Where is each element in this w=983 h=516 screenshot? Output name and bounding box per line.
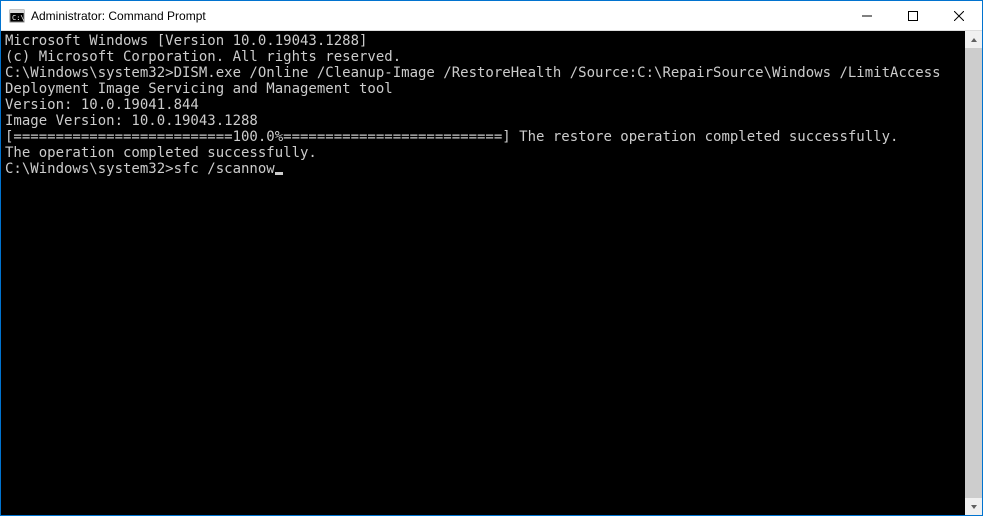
- window-controls: [844, 1, 982, 30]
- cursor: [275, 172, 283, 175]
- terminal-output[interactable]: Microsoft Windows [Version 10.0.19043.12…: [1, 31, 965, 515]
- terminal-line: [==========================100.0%=======…: [5, 129, 961, 145]
- terminal-area: Microsoft Windows [Version 10.0.19043.12…: [1, 31, 982, 515]
- scroll-up-button[interactable]: [965, 31, 982, 48]
- scroll-track[interactable]: [965, 48, 982, 498]
- window-title: Administrator: Command Prompt: [31, 9, 206, 23]
- vertical-scrollbar[interactable]: [965, 31, 982, 515]
- maximize-button[interactable]: [890, 1, 936, 30]
- terminal-line: (c) Microsoft Corporation. All rights re…: [5, 49, 961, 65]
- scroll-thumb[interactable]: [965, 48, 982, 498]
- terminal-line: Image Version: 10.0.19043.1288: [5, 113, 961, 129]
- close-button[interactable]: [936, 1, 982, 30]
- terminal-line: Deployment Image Servicing and Managemen…: [5, 81, 961, 97]
- terminal-line: Microsoft Windows [Version 10.0.19043.12…: [5, 33, 961, 49]
- terminal-line: Version: 10.0.19041.844: [5, 97, 961, 113]
- cmd-icon: C:\: [9, 8, 25, 24]
- svg-text:C:\: C:\: [12, 14, 25, 22]
- minimize-button[interactable]: [844, 1, 890, 30]
- titlebar[interactable]: C:\ Administrator: Command Prompt: [1, 1, 982, 31]
- terminal-line: C:\Windows\system32>DISM.exe /Online /Cl…: [5, 65, 961, 81]
- command-prompt-window: C:\ Administrator: Command Prompt Micros…: [0, 0, 983, 516]
- terminal-line: C:\Windows\system32>sfc /scannow: [5, 161, 961, 177]
- terminal-line: The operation completed successfully.: [5, 145, 961, 161]
- scroll-down-button[interactable]: [965, 498, 982, 515]
